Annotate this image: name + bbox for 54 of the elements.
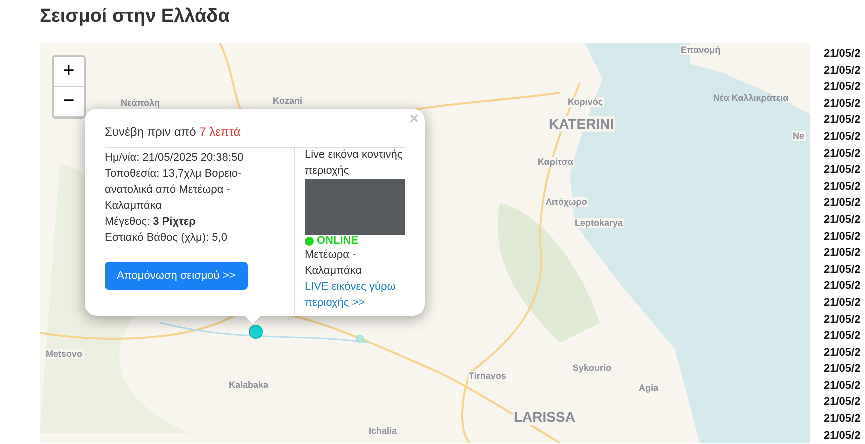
place-label: Κορινός (567, 97, 604, 107)
camera-heading: Live εικόνα κοντινής περιοχής (305, 148, 404, 179)
isolate-earthquake-button[interactable]: Απομόνωση σεισμού >> (105, 262, 248, 290)
earthquake-date[interactable]: 21/05/2 (824, 46, 861, 63)
place-label: Kalabaka (228, 380, 270, 390)
earthquake-date[interactable]: 21/05/2 (824, 212, 861, 229)
earthquake-date[interactable]: 21/05/2 (824, 62, 861, 80)
place-label: Επανομή (680, 45, 722, 55)
place-label: Νεάπολη (120, 98, 161, 108)
earthquake-date[interactable]: 21/05/2 (824, 112, 861, 129)
place-label: Καρίτσα (537, 157, 574, 167)
earthquake-date[interactable]: 21/05/2 (824, 228, 861, 246)
earthquake-date[interactable]: 21/05/2 (824, 178, 861, 196)
earthquake-date[interactable]: 21/05/2 (824, 328, 861, 345)
earthquake-date[interactable]: 21/05/2 (824, 344, 861, 362)
zoom-in-button[interactable]: + (54, 57, 84, 87)
detail-text: Ημ/νία: 21/05/2025 20:38:50 (105, 151, 245, 166)
elapsed-time-text: Συνέβη πριν από 7 λεπτά (105, 125, 405, 148)
place-label: Tirnavos (468, 371, 508, 381)
detail-text: Τοποθεσία: 13,7χλμ Βορειο-ανατολικά από Μετέωρα - Καλαμπάκα (105, 167, 243, 214)
zoom-out-button[interactable]: − (54, 87, 84, 117)
earthquake-date[interactable]: 21/05/2 (824, 195, 861, 212)
detail-text: Μέγεθος: 3 Ρίχτερ (105, 215, 197, 230)
earthquake-date[interactable]: 21/05/2 (824, 162, 861, 179)
place-label: Metsovo (45, 349, 84, 359)
place-label: Agia (638, 383, 660, 393)
earthquake-date[interactable]: 21/05/2 (824, 79, 861, 96)
earthquake-date[interactable]: 21/05/2 (824, 312, 861, 328)
place-label: Λιτόχωρο (545, 197, 588, 207)
place-label: Leptokarya (574, 218, 624, 228)
place-label: KATERINI (548, 116, 616, 132)
earthquake-date[interactable]: 21/05/2 (824, 128, 861, 146)
place-label: Ichalia (368, 426, 398, 436)
earthquake-date[interactable]: 21/05/2 (824, 411, 861, 428)
earthquake-date[interactable]: 21/05/2 (824, 245, 861, 262)
earthquake-date[interactable]: 21/05/2 (824, 294, 861, 312)
earthquake-date[interactable]: 21/05/2 (824, 262, 861, 278)
place-label: LARISSA (513, 409, 576, 425)
earthquake-date[interactable]: 21/05/2 (824, 428, 861, 444)
earthquake-date[interactable]: 21/05/2 (824, 146, 861, 162)
detail-text: Εστιακό Βάθος (χλμ): 5,0 (105, 231, 228, 246)
status-text: ONLINE (317, 235, 359, 247)
earthquake-date[interactable]: 21/05/2 (824, 96, 861, 112)
place-label: Kozani (272, 96, 304, 106)
live-images-link[interactable]: LIVE εικόνες γύρω περιοχής >> (305, 279, 405, 311)
earthquake-date[interactable]: 21/05/2 (824, 361, 861, 378)
earthquake-date[interactable]: 21/05/2 (824, 378, 861, 394)
earthquake-date[interactable]: 21/05/2 (824, 394, 861, 412)
camera-name: Μετέωρα - Καλαμπάκα (305, 248, 364, 279)
place-label: Ne (792, 131, 806, 141)
place-label: Νέα Καλλικράτεια (712, 92, 790, 104)
place-label: Sykourio (572, 363, 613, 373)
earthquake-date[interactable]: 21/05/2 (824, 278, 861, 295)
page-title: Σεισμοί στην Ελλάδα (39, 5, 231, 29)
